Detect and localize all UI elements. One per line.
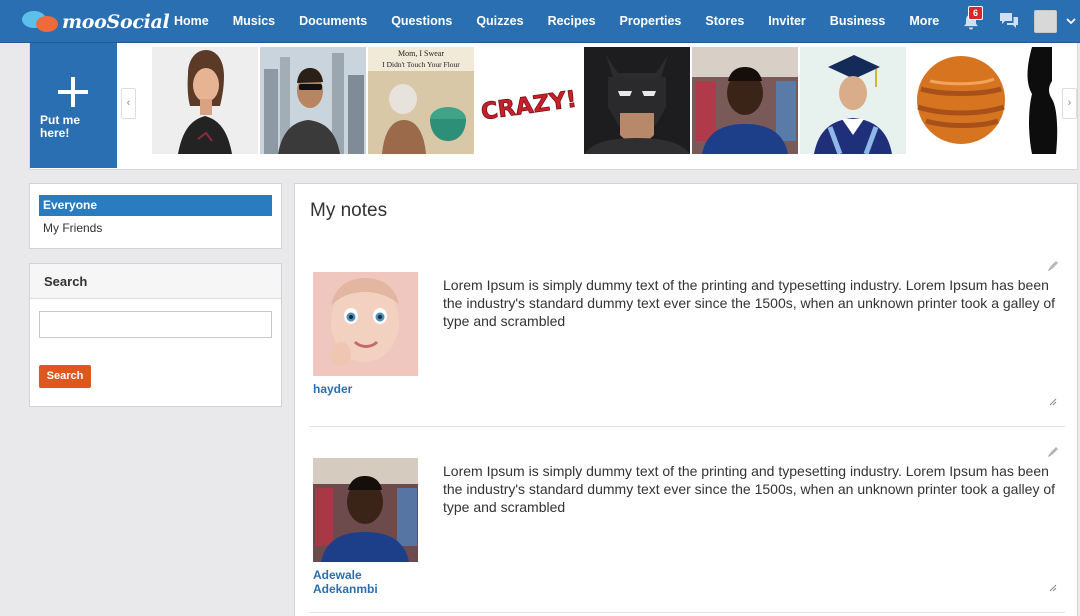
note-author-link[interactable]: Adewale Adekanmbi — [313, 568, 423, 596]
nav-item-more[interactable]: More — [897, 0, 951, 43]
page-title: My notes — [310, 200, 388, 221]
search-panel: Search Search — [29, 263, 282, 407]
note-author-photo[interactable] — [313, 272, 418, 376]
nav-item-recipes[interactable]: Recipes — [536, 0, 608, 43]
strip-next-arrow[interactable]: › — [1062, 88, 1077, 119]
nav-item-business[interactable]: Business — [818, 0, 898, 43]
note-author-link[interactable]: hayder — [313, 382, 423, 396]
put-me-here-label: Put me here! — [40, 113, 81, 140]
nav-item-home[interactable]: Home — [162, 0, 221, 43]
member-thumbnail[interactable] — [260, 47, 366, 154]
resize-handle-icon[interactable] — [1049, 584, 1057, 592]
nav-item-stores[interactable]: Stores — [693, 0, 756, 43]
search-panel-title: Search — [30, 264, 281, 299]
search-input[interactable] — [39, 311, 272, 338]
member-thumbnail[interactable]: Mom, I Swear I Didn't Touch Your Flour — [368, 47, 474, 154]
chevron-down-icon[interactable] — [1066, 16, 1076, 26]
logo-bubbles-icon — [22, 9, 64, 35]
resize-handle-icon[interactable] — [1049, 398, 1057, 406]
nav-item-quizzes[interactable]: Quizzes — [464, 0, 535, 43]
member-thumbnail[interactable] — [152, 47, 258, 154]
member-thumbnail[interactable] — [800, 47, 906, 154]
put-me-here-strip: Put me here! ‹ Mom, I Swear I Didn't Tou… — [29, 43, 1078, 170]
meme-text-line1: Mom, I Swear — [398, 49, 444, 58]
nav-item-musics[interactable]: Musics — [221, 0, 287, 43]
meme-text-line2: I Didn't Touch Your Flour — [382, 60, 460, 69]
notification-count-badge: 6 — [968, 6, 983, 20]
note-item: Adewale Adekanmbi Lorem Ipsum is simply … — [309, 447, 1065, 613]
main-nav: Home Musics Documents Questions Quizzes … — [162, 0, 951, 43]
member-thumbnail[interactable] — [584, 47, 690, 154]
note-text: Lorem Ipsum is simply dummy text of the … — [443, 277, 1056, 329]
filter-my-friends[interactable]: My Friends — [39, 218, 272, 239]
search-button[interactable]: Search — [39, 365, 91, 388]
edit-pencil-icon[interactable] — [1047, 259, 1060, 272]
member-thumbnail[interactable] — [692, 47, 798, 154]
member-thumbnail[interactable] — [908, 47, 1014, 154]
moosocial-logo[interactable]: mooSocial — [22, 9, 170, 35]
chat-icon[interactable] — [999, 12, 1019, 30]
nav-item-documents[interactable]: Documents — [287, 0, 379, 43]
strip-prev-arrow[interactable]: ‹ — [121, 88, 136, 119]
user-avatar[interactable] — [1034, 10, 1057, 33]
logo-text: mooSocial — [62, 11, 170, 33]
my-notes-panel: My notes hayder Lorem Ipsum is simply du… — [294, 183, 1078, 616]
top-navigation-bar: mooSocial Home Musics Documents Question… — [0, 0, 1080, 43]
note-item: hayder Lorem Ipsum is simply dummy text … — [309, 261, 1065, 427]
member-thumbnail[interactable] — [1016, 47, 1060, 154]
note-text: Lorem Ipsum is simply dummy text of the … — [443, 463, 1056, 515]
plus-icon — [58, 77, 88, 107]
nav-item-properties[interactable]: Properties — [608, 0, 694, 43]
put-me-here-button[interactable]: Put me here! — [30, 43, 117, 168]
nav-item-inviter[interactable]: Inviter — [756, 0, 818, 43]
filter-everyone[interactable]: Everyone — [39, 195, 272, 216]
nav-item-questions[interactable]: Questions — [379, 0, 464, 43]
note-author-photo[interactable] — [313, 458, 418, 562]
member-thumbnail[interactable]: CRAZY! — [476, 47, 582, 154]
edit-pencil-icon[interactable] — [1047, 445, 1060, 458]
notes-filter-panel: Everyone My Friends — [29, 183, 282, 249]
